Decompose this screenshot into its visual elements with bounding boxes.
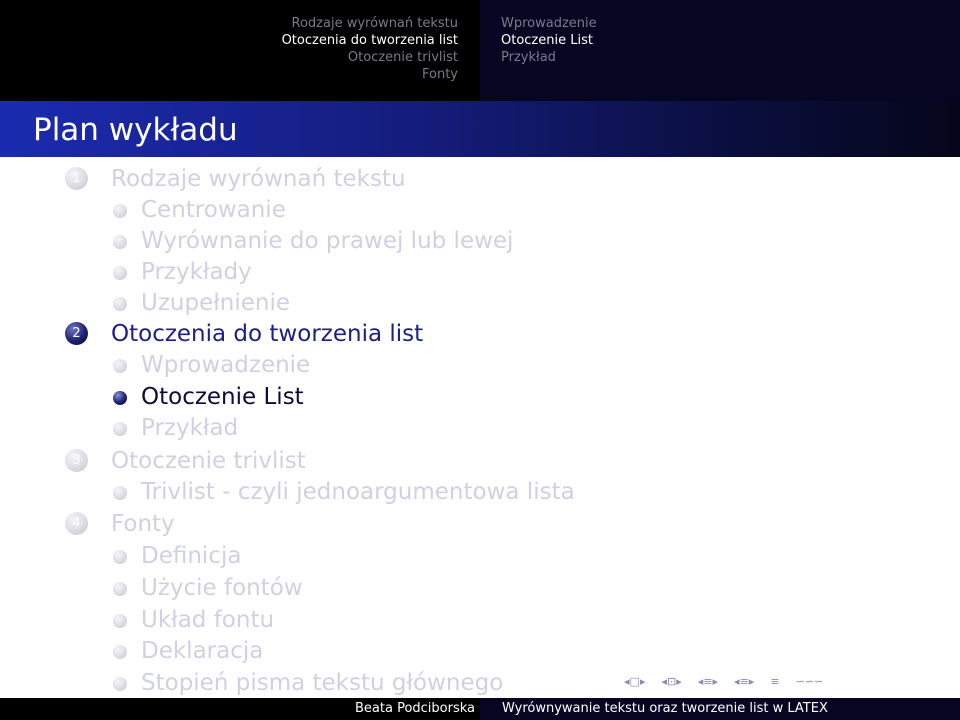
nav-section-4[interactable]: Fonty	[0, 66, 458, 83]
section-number-ball: 1	[65, 167, 88, 190]
toc-section-title[interactable]: Fonty	[111, 508, 175, 540]
toc-subsection-title[interactable]: Przykłady	[141, 256, 252, 288]
bullet-ball-icon	[113, 266, 127, 280]
frame-title: Plan wykładu	[33, 112, 238, 148]
bullet-ball-icon	[113, 422, 127, 436]
nav-section-4-link[interactable]: Fonty	[422, 67, 458, 82]
bullet-ball-icon	[113, 391, 127, 405]
section-icon[interactable]: ≡	[740, 672, 749, 692]
toc-subsection-title[interactable]: Otoczenie List	[141, 381, 304, 413]
bullet-ball-icon	[113, 235, 127, 249]
nav-subsection-1-link[interactable]: Wprowadzenie	[501, 16, 597, 31]
nav-section-3-link[interactable]: Otoczenie trivlist	[348, 50, 458, 65]
footer-title: Wyrównywanie tekstu oraz tworzenie list …	[502, 701, 828, 716]
section-number-ball: 4	[65, 512, 88, 535]
bullet-ball-icon	[113, 582, 127, 596]
toc-subsection-title[interactable]: Stopień pisma tekstu głównego	[141, 667, 503, 699]
frame-next-icon[interactable]: ▸	[676, 672, 682, 692]
toc-subsection-title[interactable]: Trivlist - czyli jednoargumentowa lista	[141, 476, 575, 508]
bullet-ball-icon	[113, 550, 127, 564]
toc-subsection-title[interactable]: Uzupełnienie	[141, 287, 290, 319]
nav-subsection-2-link[interactable]: Otoczenie List	[501, 33, 593, 48]
slide-icon[interactable]: □	[630, 672, 640, 692]
toc-subsection-title[interactable]: Wprowadzenie	[141, 349, 310, 381]
section-number-ball: 2	[65, 322, 88, 345]
toc-subsection-title[interactable]: Definicja	[141, 540, 241, 572]
nav-section-3[interactable]: Otoczenie trivlist	[0, 49, 458, 66]
toc-section-title[interactable]: Otoczenia do tworzenia list	[111, 318, 423, 350]
subsection-icon[interactable]: ≡	[703, 672, 712, 692]
toc-subsection-title[interactable]: Deklaracja	[141, 635, 263, 667]
section-navigation: Rodzaje wyrównań tekstu Otoczenia do two…	[0, 0, 480, 101]
bullet-ball-icon	[113, 486, 127, 500]
align-icon[interactable]: ≡	[770, 672, 779, 692]
header-navigation: Rodzaje wyrównań tekstu Otoczenia do two…	[0, 0, 960, 101]
subsection-navigation: Wprowadzenie Otoczenie List Przykład	[480, 0, 960, 101]
bullet-ball-icon	[113, 297, 127, 311]
footer: Beata Podciborska Wyrównywanie tekstu or…	[0, 698, 960, 720]
toc-subsection-title[interactable]: Centrowanie	[141, 194, 286, 226]
navigation-symbols: ◂□▸ ◂⊡▸ ◂≡▸ ◂≡▸ ≡ ∽∽∽	[624, 672, 960, 692]
toc-subsection-title[interactable]: Wyrównanie do prawej lub lewej	[141, 225, 513, 257]
search-icon[interactable]: ∽∽∽	[796, 672, 824, 692]
bullet-ball-icon	[113, 614, 127, 628]
footer-author: Beata Podciborska	[355, 701, 476, 716]
footer-author-box: Beata Podciborska	[0, 698, 480, 720]
section-number-ball: 3	[65, 449, 88, 472]
bullet-ball-icon	[113, 645, 127, 659]
nav-subsection-2[interactable]: Otoczenie List	[501, 32, 960, 49]
bullet-ball-icon	[113, 677, 127, 691]
nav-section-1-link[interactable]: Rodzaje wyrównań tekstu	[292, 16, 458, 31]
nav-section-2[interactable]: Otoczenia do tworzenia list	[0, 32, 458, 49]
toc-section-title[interactable]: Rodzaje wyrównań tekstu	[111, 163, 406, 195]
frame-icon[interactable]: ⊡	[667, 672, 676, 692]
section-next-icon[interactable]: ▸	[749, 672, 755, 692]
bullet-ball-icon	[113, 204, 127, 218]
toc-section-title[interactable]: Otoczenie trivlist	[111, 445, 306, 477]
nav-subsection-1[interactable]: Wprowadzenie	[501, 15, 960, 32]
slide-next-icon[interactable]: ▸	[640, 672, 646, 692]
subsection-next-icon[interactable]: ▸	[713, 672, 719, 692]
frame-title-bar: Plan wykładu	[0, 101, 960, 157]
nav-section-1[interactable]: Rodzaje wyrównań tekstu	[0, 15, 458, 32]
footer-title-box: Wyrównywanie tekstu oraz tworzenie list …	[480, 698, 960, 720]
toc-subsection-title[interactable]: Przykład	[141, 412, 238, 444]
bullet-ball-icon	[113, 359, 127, 373]
toc-subsection-title[interactable]: Użycie fontów	[141, 572, 303, 604]
toc-subsection-title[interactable]: Układ fontu	[141, 604, 274, 636]
nav-subsection-3[interactable]: Przykład	[501, 49, 960, 66]
nav-section-2-link[interactable]: Otoczenia do tworzenia list	[282, 33, 458, 48]
nav-subsection-3-link[interactable]: Przykład	[501, 50, 556, 65]
